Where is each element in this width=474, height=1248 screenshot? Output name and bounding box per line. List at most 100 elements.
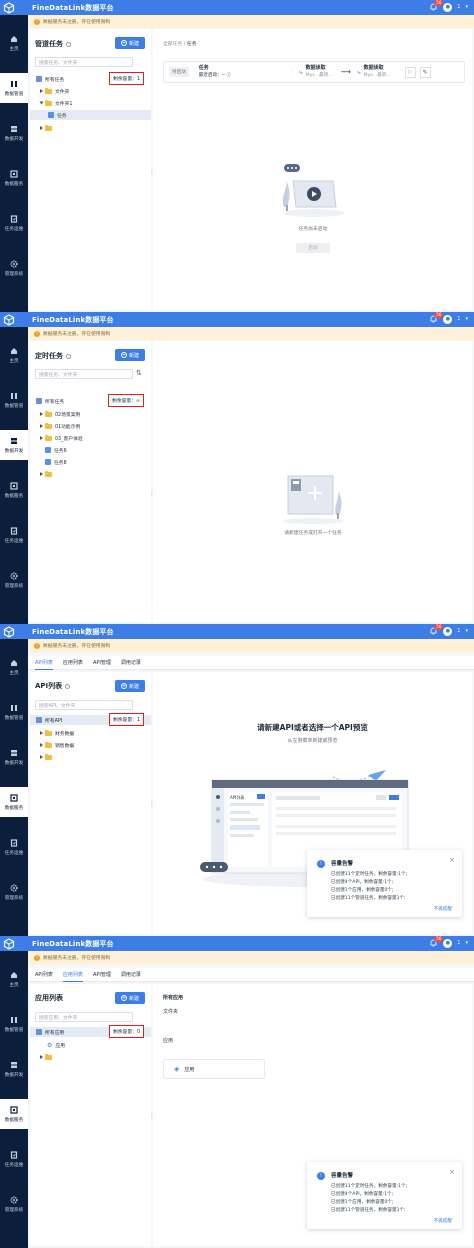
expand-arrow-icon[interactable] <box>40 755 43 759</box>
nav-ops[interactable]: 任务运维 <box>0 208 28 238</box>
tab-api-manage[interactable]: API管理 <box>93 656 111 670</box>
expand-arrow-icon[interactable] <box>40 436 43 440</box>
search-input[interactable]: 搜索任务、文件夹 <box>35 369 133 379</box>
nav-service[interactable]: 数据服务 <box>0 475 28 505</box>
tree-root[interactable]: 所有API 剩余容量：1 <box>30 713 151 726</box>
tree-item[interactable]: 文件夹1 <box>30 98 151 108</box>
tree-item[interactable]: 财务数据 <box>30 728 151 738</box>
chevron-down-icon[interactable]: ▾ <box>465 628 468 634</box>
nav-dev[interactable]: 数据开发 <box>0 1054 28 1084</box>
tab-api-list[interactable]: API列表 <box>35 656 53 670</box>
nav-home[interactable]: 主页 <box>0 964 28 994</box>
user-name[interactable]: 1 <box>457 628 460 634</box>
search-input[interactable]: 搜索应用、文件夹 <box>35 1012 133 1022</box>
app-logo-icon[interactable] <box>0 312 18 327</box>
tree-item[interactable] <box>30 1052 151 1062</box>
notification-bell-icon[interactable]: 56 <box>429 936 444 948</box>
tree-item[interactable]: 任务6 <box>30 445 151 455</box>
tree-item[interactable]: 03_客户体验 <box>30 433 151 443</box>
settings-icon[interactable] <box>66 41 71 47</box>
nav-service[interactable]: 数据服务 <box>0 163 28 193</box>
close-icon[interactable]: × <box>449 1168 455 1176</box>
source-node[interactable]: ⤷ 数据读取 Mys...最新... <box>299 65 333 79</box>
nav-dev[interactable]: 数据开发 <box>0 742 28 772</box>
tab-call-log[interactable]: 调用记录 <box>121 656 141 670</box>
new-button[interactable]: + 新建 <box>115 680 145 692</box>
edit-icon[interactable]: ✎ <box>419 66 431 78</box>
app-logo-icon[interactable] <box>0 0 18 15</box>
avatar[interactable]: ● <box>443 938 453 948</box>
nav-admin[interactable]: 管理系统 <box>0 877 28 907</box>
tree-item[interactable]: 文件夹 <box>30 86 151 96</box>
nav-home[interactable]: 主页 <box>0 340 28 370</box>
start-button[interactable]: 启动 <box>296 243 330 253</box>
nav-ops[interactable]: 任务运维 <box>0 1144 28 1174</box>
nav-admin[interactable]: 管理系统 <box>0 1189 28 1219</box>
tree-root[interactable]: 所有应用 剩余容量：0 <box>30 1025 151 1038</box>
nav-ops[interactable]: 任务运维 <box>0 520 28 550</box>
tree-root[interactable]: 所有任务 剩余容量：∞ <box>30 394 151 407</box>
sort-icon[interactable]: ⇅ <box>136 369 142 377</box>
nav-dev[interactable]: 数据开发 <box>0 430 28 460</box>
expand-arrow-icon[interactable] <box>40 731 43 735</box>
expand-arrow-icon[interactable] <box>40 89 43 93</box>
user-name[interactable]: 1 <box>457 940 460 946</box>
new-button[interactable]: + 新建 <box>115 349 145 361</box>
dont-remind-link[interactable]: 不再提醒 <box>434 906 452 912</box>
nav-pipeline[interactable]: 数据管道 <box>0 385 28 415</box>
settings-icon[interactable] <box>65 683 71 689</box>
nav-admin[interactable]: 管理系统 <box>0 565 28 595</box>
tab-app-list[interactable]: 应用列表 <box>62 968 83 982</box>
tab-api-list[interactable]: API列表 <box>35 968 53 982</box>
tab-app-list[interactable]: 应用列表 <box>63 656 83 670</box>
expand-arrow-icon[interactable] <box>40 126 43 130</box>
tree-item[interactable]: ⚙ 应用 <box>30 1040 151 1050</box>
tree-root[interactable]: 所有任务 剩余容量：1 <box>30 72 151 85</box>
expand-arrow-icon[interactable] <box>40 412 43 416</box>
avatar[interactable]: ● <box>443 314 453 324</box>
avatar[interactable]: ● <box>443 626 453 636</box>
info-icon[interactable]: ⓘ <box>227 73 232 78</box>
new-button[interactable]: + 新建 <box>115 37 145 49</box>
tree-item[interactable]: 销售数据 <box>30 740 151 750</box>
expand-arrow-icon[interactable] <box>40 743 43 747</box>
new-button[interactable]: + 新建 <box>115 992 145 1004</box>
nav-service[interactable]: 数据服务 <box>0 1099 28 1129</box>
target-node[interactable]: ⤷ 数据读取 Mys...最新... <box>357 65 391 79</box>
tab-call-log[interactable]: 调用记录 <box>121 968 141 982</box>
search-input[interactable]: 搜索API、文件夹 <box>35 700 133 710</box>
expand-arrow-icon[interactable] <box>40 472 43 476</box>
nav-pipeline[interactable]: 数据管道 <box>0 697 28 727</box>
tree-item[interactable]: 任务8 <box>30 457 151 467</box>
nav-dev[interactable]: 数据开发 <box>0 118 28 148</box>
avatar[interactable]: ● <box>443 2 453 12</box>
app-logo-icon[interactable] <box>0 624 18 639</box>
app-card[interactable]: ◈ 应用 <box>163 1059 265 1079</box>
nav-pipeline[interactable]: 数据管道 <box>0 73 28 103</box>
nav-pipeline[interactable]: 数据管道 <box>0 1009 28 1039</box>
play-icon[interactable]: ▷ <box>404 66 416 78</box>
tree-item[interactable] <box>30 469 151 479</box>
collapse-arrow-icon[interactable] <box>39 101 44 105</box>
app-logo-icon[interactable] <box>0 936 18 951</box>
chevron-down-icon[interactable]: ▾ <box>465 940 468 946</box>
tree-item-selected[interactable]: 任务 <box>30 110 151 120</box>
close-icon[interactable]: × <box>449 856 455 864</box>
notification-bell-icon[interactable]: 56 <box>429 624 444 636</box>
nav-home[interactable]: 主页 <box>0 652 28 682</box>
chevron-down-icon[interactable]: ▾ <box>465 4 468 10</box>
notification-bell-icon[interactable]: 56 <box>429 0 444 12</box>
tree-item[interactable]: 02场景案例 <box>30 409 151 419</box>
nav-service[interactable]: 数据服务 <box>0 787 28 817</box>
tab-api-manage[interactable]: API管理 <box>93 968 111 982</box>
nav-ops[interactable]: 任务运维 <box>0 832 28 862</box>
expand-arrow-icon[interactable] <box>40 1055 43 1059</box>
dont-remind-link[interactable]: 不再提醒 <box>434 1218 452 1224</box>
notification-bell-icon[interactable]: 56 <box>429 312 444 324</box>
nav-home[interactable]: 主页 <box>0 28 28 58</box>
chevron-down-icon[interactable]: ▾ <box>465 316 468 322</box>
tree-item[interactable] <box>30 123 151 133</box>
settings-icon[interactable] <box>66 353 71 359</box>
search-input[interactable]: 搜索任务、文件夹 <box>35 57 133 67</box>
user-name[interactable]: 1 <box>457 316 460 322</box>
